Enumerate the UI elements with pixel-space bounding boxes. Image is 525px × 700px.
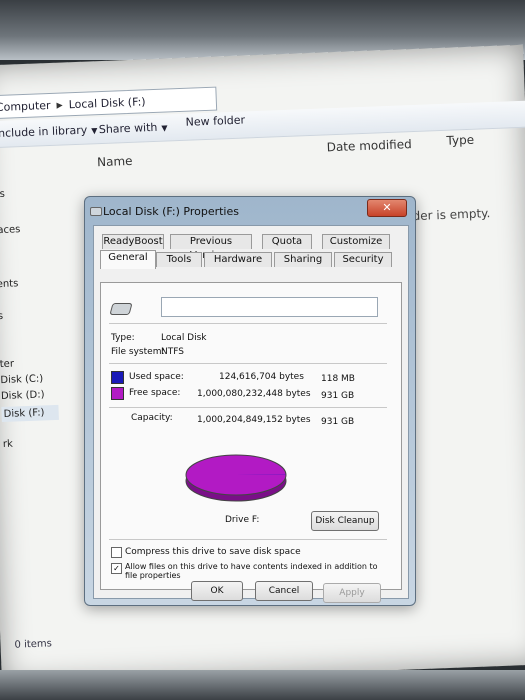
ok-button[interactable]: OK [191, 581, 243, 601]
index-label: Allow files on this drive to have conten… [125, 562, 378, 580]
new-folder-button[interactable]: New folder [185, 113, 245, 128]
status-item-count: 0 items [14, 638, 53, 651]
breadcrumb-local-disk[interactable]: Local Disk (F:) [68, 95, 145, 111]
chevron-down-icon: ▼ [91, 126, 98, 136]
tab-hardware[interactable]: Hardware [204, 252, 272, 267]
tab-sharing[interactable]: Sharing [274, 252, 332, 267]
nav-item-disk-d[interactable]: Disk (D:) [1, 389, 45, 402]
monitor-bezel-bottom [0, 670, 525, 700]
nav-item-disk-f[interactable]: Disk (F:) [1, 404, 59, 423]
free-space-label: Free space: [129, 388, 181, 398]
chevron-down-icon: ▼ [161, 123, 168, 133]
breadcrumb-computer[interactable]: Computer [0, 98, 51, 113]
free-space-bytes: 1,000,080,232,448 bytes [197, 389, 311, 399]
pie-chart [185, 454, 287, 502]
dialog-title: Local Disk (F:) Properties [103, 205, 239, 218]
nav-item[interactable]: s [0, 311, 3, 322]
volume-label-input[interactable] [161, 297, 378, 317]
close-button[interactable]: ✕ [367, 199, 407, 217]
free-space-swatch [111, 387, 124, 400]
nav-item[interactable]: ds [0, 189, 5, 200]
tab-customize[interactable]: Customize [322, 234, 390, 249]
free-space-size: 931 GB [321, 391, 355, 401]
tab-security[interactable]: Security [334, 252, 392, 267]
disk-usage-pie [181, 453, 291, 509]
dialog-body: ReadyBoost Previous Versions Quota Custo… [93, 225, 409, 599]
file-system-value: NTFS [161, 347, 184, 357]
tab-quota[interactable]: Quota [262, 234, 312, 249]
cancel-button[interactable]: Cancel [255, 581, 313, 601]
divider [109, 363, 387, 364]
share-with-button[interactable]: Share with ▼ [99, 120, 168, 136]
used-space-label: Used space: [129, 372, 184, 382]
capacity-bytes: 1,000,204,849,152 bytes [197, 415, 311, 425]
nav-item[interactable]: ter [0, 359, 14, 371]
nav-item[interactable]: rk [3, 439, 13, 450]
nav-item-disk-c[interactable]: Disk (C:) [0, 373, 43, 386]
index-checkbox[interactable]: ✓ [111, 563, 122, 574]
tab-readyboost[interactable]: ReadyBoost [102, 234, 164, 249]
disk-cleanup-button[interactable]: Disk Cleanup [311, 511, 379, 531]
apply-button[interactable]: Apply [323, 583, 381, 603]
share-label: Share with [98, 120, 158, 137]
divider [109, 323, 387, 324]
nav-item[interactable]: laces [0, 224, 21, 236]
type-label: Type: [111, 333, 135, 343]
general-panel: Type: Local Disk File system: NTFS Used … [100, 282, 402, 590]
properties-dialog: Local Disk (F:) Properties ✕ ReadyBoost … [84, 196, 416, 606]
divider [109, 539, 387, 540]
type-value: Local Disk [161, 333, 207, 343]
include-in-library-button[interactable]: Include in library ▼ [0, 123, 98, 141]
drive-letter-label: Drive F: [225, 515, 260, 525]
include-label: Include in library [0, 123, 88, 141]
drive-icon [90, 207, 102, 216]
tab-general[interactable]: General [100, 250, 156, 269]
tab-previous-versions[interactable]: Previous Versions [170, 234, 252, 261]
file-system-label: File system: [111, 347, 165, 357]
compress-label: Compress this drive to save disk space [125, 547, 301, 557]
hard-drive-icon [109, 303, 133, 315]
compress-checkbox[interactable] [111, 547, 122, 558]
column-type[interactable]: Type [446, 133, 474, 148]
divider [109, 407, 387, 408]
nav-item[interactable]: ents [0, 278, 19, 290]
column-name[interactable]: Name [97, 154, 133, 169]
capacity-label: Capacity: [131, 413, 173, 423]
capacity-size: 931 GB [321, 417, 355, 427]
used-space-size: 118 MB [321, 374, 355, 384]
breadcrumb-arrow-icon: ▶ [56, 99, 63, 110]
used-space-bytes: 124,616,704 bytes [219, 372, 304, 382]
column-date-modified[interactable]: Date modified [326, 137, 412, 154]
used-space-swatch [111, 371, 124, 384]
tab-tools[interactable]: Tools [156, 252, 202, 267]
